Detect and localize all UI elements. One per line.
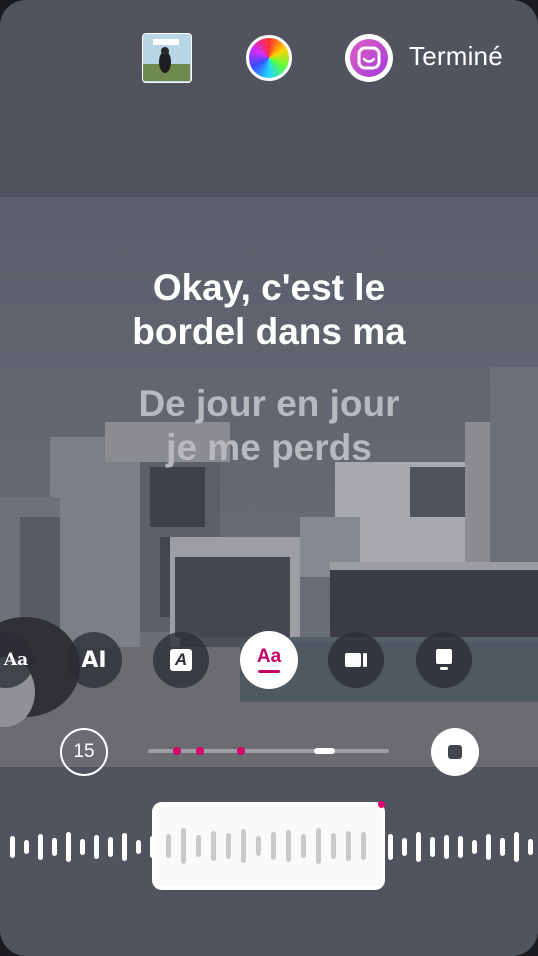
waveform-bar [10, 836, 15, 858]
sticker-face-icon[interactable] [345, 34, 393, 82]
waveform-bar [528, 839, 533, 855]
waveform-bar [226, 833, 231, 859]
waveform-bar [316, 828, 321, 864]
done-button[interactable]: Terminé [409, 41, 503, 72]
waveform-bar [402, 838, 407, 856]
progress-marker [237, 747, 245, 755]
style-bold-block-button[interactable]: AI [66, 632, 122, 688]
waveform-bar [486, 834, 491, 860]
waveform-bar [181, 828, 186, 864]
current-lyric-line-2: bordel dans ma [132, 311, 406, 352]
style-typewriter-label: Aa [3, 650, 29, 670]
waveform-bar [286, 830, 291, 862]
waveform-bar [301, 834, 306, 858]
card-icon [436, 649, 452, 670]
style-italic-box-label: A [169, 649, 193, 671]
progress-marker [173, 747, 181, 755]
duration-button[interactable]: 15 [60, 728, 108, 776]
progress-marker [196, 747, 204, 755]
story-editor-screen: Terminé Okay, c'est le bordel dans ma De… [0, 0, 538, 956]
progress-track[interactable] [148, 747, 389, 755]
waveform-bar [94, 835, 99, 859]
waveform-bar [472, 840, 477, 854]
style-video-card-button[interactable] [328, 632, 384, 688]
waveform-selection-window[interactable] [152, 802, 385, 890]
waveform-bar [211, 831, 216, 861]
waveform-bar [514, 832, 519, 862]
next-lyric-line-1: De jour en jour [138, 383, 400, 424]
current-lyric: Okay, c'est le bordel dans ma [0, 266, 538, 354]
stop-icon [448, 745, 462, 759]
video-card-icon [345, 653, 367, 667]
waveform-bar [241, 829, 246, 863]
waveform-bar [388, 834, 393, 860]
waveform-bar [458, 836, 463, 858]
style-italic-box-button[interactable]: A [153, 632, 209, 688]
progress-thumb[interactable] [314, 748, 335, 754]
waveform-bar [66, 832, 71, 862]
color-wheel-icon[interactable] [246, 35, 292, 81]
selection-indicator [378, 801, 385, 808]
waveform-bar [122, 833, 127, 861]
waveform-bar [346, 831, 351, 861]
waveform-bar [271, 832, 276, 860]
style-underline-label: Aa [256, 646, 282, 667]
style-card-button[interactable] [416, 632, 472, 688]
waveform-bar [52, 838, 57, 856]
waveform-bar [444, 835, 449, 859]
waveform-bar [361, 832, 366, 860]
next-lyric-line-2: je me perds [166, 427, 372, 468]
waveform-bar [196, 835, 201, 857]
waveform-bar [331, 833, 336, 859]
style-bold-block-label: AI [81, 647, 107, 673]
waveform-bar [166, 834, 171, 858]
stop-button[interactable] [431, 728, 479, 776]
waveform-bar [416, 832, 421, 862]
current-lyric-line-1: Okay, c'est le [152, 267, 386, 308]
album-art-icon[interactable] [142, 33, 192, 83]
waveform-bar [38, 834, 43, 860]
waveform-bar [500, 838, 505, 856]
waveform-bar [430, 837, 435, 857]
waveform-bar [80, 839, 85, 855]
waveform-bar [256, 836, 261, 856]
waveform-bar [24, 840, 29, 854]
waveform-bar [136, 840, 141, 854]
next-lyric: De jour en jour je me perds [0, 382, 538, 470]
style-underline-button[interactable]: Aa [240, 631, 298, 689]
underline-bar [257, 670, 280, 673]
waveform-bar [108, 837, 113, 857]
